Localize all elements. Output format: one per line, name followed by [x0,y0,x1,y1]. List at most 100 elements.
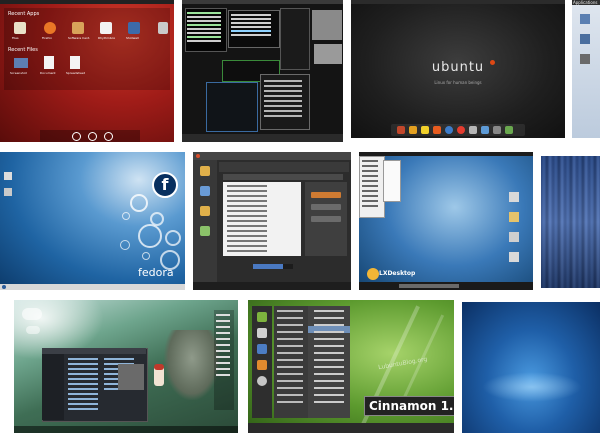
sidebar-item-icon[interactable] [200,166,210,176]
app-icon-rhythmbox[interactable] [100,22,112,34]
file-icon-document[interactable] [44,56,54,69]
editor-window [260,74,310,130]
close-button[interactable] [196,154,200,158]
favorite-icon[interactable] [257,376,267,386]
desktop-icon[interactable] [509,252,519,262]
image-window [314,44,342,64]
taskbar-icons[interactable] [399,284,459,288]
desktop-icon[interactable] [509,232,519,242]
top-panel [359,152,533,156]
dock-icon[interactable] [469,126,477,134]
top-panel [351,0,565,4]
bottom-panel [248,423,454,433]
image-window [312,10,342,40]
menu-categories[interactable] [274,306,308,418]
app-label-software-center: Software Cent. [68,36,91,40]
result-thumbnail-pclinuxos-desktop[interactable]: LXDesktop [359,152,533,290]
desktop-icon[interactable] [580,34,590,44]
ubuntu-logo-icon [490,60,495,65]
menu-icon[interactable] [2,285,6,289]
dock-icon[interactable] [505,126,513,134]
result-thumbnail-blue-wallpaper[interactable] [462,302,600,433]
fedora-logo-glyph: f [161,175,169,194]
app-icon-shotwell[interactable] [128,22,140,34]
desktop-icon[interactable] [509,212,519,222]
desktop-icon[interactable] [509,192,519,202]
desktop-logo-text: LXDesktop [379,270,416,277]
file-label-spreadsheet: Spreadsheet [66,71,85,75]
category-items [277,310,303,312]
bottom-panel [0,284,185,290]
dock-icon[interactable] [445,126,453,134]
result-thumbnail-software-manager[interactable] [193,152,351,290]
install-button[interactable] [311,192,341,198]
bottom-panel [182,134,343,142]
widget-lines [216,314,230,316]
dock-icon[interactable] [397,126,405,134]
app-label-firefox: Firefox [42,36,52,40]
favorite-icon[interactable] [257,360,267,370]
desktop-logo-icon [367,268,379,280]
package-list[interactable] [223,182,301,256]
dock-icon[interactable] [457,126,465,134]
action-button[interactable] [311,216,341,222]
app-label-files: Files [12,36,19,40]
result-thumbnail-terminal-desktop[interactable] [182,0,343,142]
result-thumbnail-ubuntu-boot[interactable]: ubuntu Linux for human beings [351,0,565,138]
recent-apps-label: Recent Apps [8,11,40,17]
tab-strip[interactable] [223,174,343,180]
result-thumbnail-anime-desktop[interactable] [14,300,238,433]
result-thumbnail-fedora-desktop[interactable]: f fedora [0,152,185,290]
start-menu[interactable] [359,156,385,218]
wallpaper-shade [541,156,600,288]
watermark-text: LubuntuBlog.org [377,355,428,372]
dock-icon[interactable] [433,126,441,134]
desktop-icon[interactable] [4,188,12,196]
bubble-decoration [165,230,181,246]
dock-icon[interactable] [421,126,429,134]
girl-hair [154,364,164,370]
progress-fill [253,264,283,269]
app-icon-firefox[interactable] [44,22,56,34]
right-widget-column [214,310,234,410]
dock-icon[interactable] [493,126,501,134]
bubble-decoration [142,252,150,260]
sidebar-item-icon[interactable] [200,206,210,216]
favorite-icon[interactable] [257,344,267,354]
sidebar-item-icon[interactable] [200,226,210,236]
result-thumbnail-cinnamon-menu[interactable]: LubuntuBlog.org Cinnamon 1.2 [248,300,454,433]
result-thumbnail-partial-desktop[interactable]: Applications [572,0,600,138]
desktop-icon[interactable] [580,54,590,64]
app-icon-software-center[interactable] [72,22,84,34]
app-icon-files[interactable] [14,22,26,34]
file-icon-screenshot[interactable] [14,58,28,68]
submenu[interactable] [383,160,401,202]
lens-icon[interactable] [88,132,97,141]
result-thumbnail-striped-wallpaper[interactable] [541,156,600,288]
applications-menu[interactable]: Applications [573,0,597,5]
file-icon-spreadsheet[interactable] [70,56,80,69]
bottom-panel [193,282,351,290]
app-label-shotwell: Shotwell [126,36,139,40]
file-manager-sidebar [42,354,64,420]
result-thumbnail-ubuntu-unity[interactable]: Recent Apps Files Firefox Software Cent.… [0,0,174,142]
favorite-icon[interactable] [257,328,267,338]
desktop-icon[interactable] [4,172,12,180]
bubble-decoration [120,240,130,250]
file-list [68,358,98,360]
fedora-logo-icon: f [152,172,178,198]
weather-widget [22,308,42,320]
dock-icon[interactable] [481,126,489,134]
fedora-logo-text: fedora [138,266,174,279]
app-icon-extra[interactable] [158,22,168,34]
bottom-dock [14,426,238,433]
desktop-icon[interactable] [580,14,590,24]
lens-icon[interactable] [72,132,81,141]
menu-applications[interactable] [308,306,350,418]
light-streak [482,372,582,402]
dock-icon[interactable] [409,126,417,134]
favorite-icon[interactable] [257,312,267,322]
action-button[interactable] [311,204,341,210]
sidebar-item-icon[interactable] [200,186,210,196]
lens-icon[interactable] [104,132,113,141]
